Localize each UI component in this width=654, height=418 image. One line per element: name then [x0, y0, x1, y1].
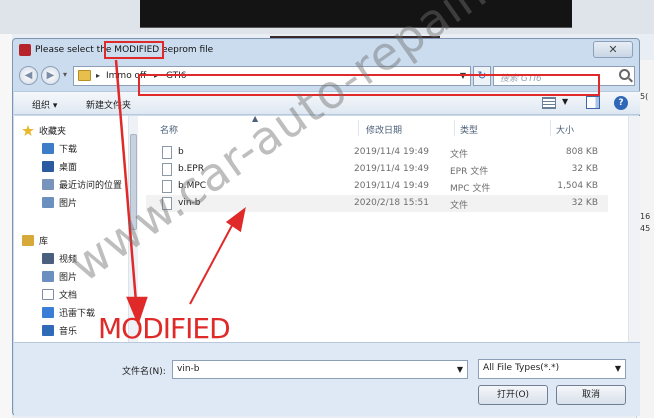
star-icon: [22, 125, 34, 136]
background-app-header: [140, 0, 572, 28]
forward-arrow-icon[interactable]: ▶: [41, 66, 60, 85]
file-date: 2019/11/4 19:49: [354, 164, 429, 174]
app-icon: [19, 44, 31, 56]
video-icon: [42, 253, 54, 264]
folder-icon: [78, 70, 91, 81]
file-type-dropdown-icon[interactable]: ▼: [615, 364, 621, 373]
filename-label: 文件名(N):: [122, 367, 166, 377]
file-date: 2019/11/4 19:49: [354, 181, 429, 191]
column-header-date[interactable]: 修改日期: [366, 123, 402, 136]
nav-item-label: 迅雷下载: [59, 309, 96, 319]
filename-input[interactable]: vin-b ▼: [172, 360, 468, 379]
nav-item-label: 文档: [59, 291, 78, 301]
background-side-text: 45: [640, 224, 651, 233]
background-side-text: 5(: [640, 92, 649, 101]
title-highlight: [104, 41, 164, 59]
file-size: 32 KB: [571, 198, 598, 208]
breadcrumb-separator-icon[interactable]: ▸: [96, 71, 100, 80]
modified-annotation: MODIFIED: [98, 312, 231, 345]
file-type: 文件: [450, 201, 469, 211]
download-folder-icon: [42, 143, 54, 154]
column-header-type[interactable]: 类型: [460, 123, 478, 136]
nav-item-label: 库: [39, 237, 49, 247]
column-divider[interactable]: [358, 120, 359, 136]
nav-item-label: 收藏夹: [39, 127, 67, 137]
new-folder-button[interactable]: 新建文件夹: [86, 98, 131, 111]
file-type: 文件: [450, 150, 469, 160]
nav-item-label: 最近访问的位置: [59, 181, 123, 191]
nav-item-libraries[interactable]: 库: [22, 234, 48, 250]
close-button[interactable]: ✕: [593, 41, 633, 58]
pictures-icon: [42, 271, 54, 282]
background-left-strip: [0, 34, 12, 418]
file-name: b: [178, 147, 184, 157]
nav-item-label: 音乐: [59, 327, 78, 337]
nav-item-recent-places[interactable]: 最近访问的位置: [42, 178, 122, 194]
xunlei-download-icon: [42, 307, 54, 318]
file-type-value: All File Types(*.*): [483, 363, 560, 373]
file-type: MPC 文件: [450, 184, 491, 194]
filename-dropdown-icon[interactable]: ▼: [457, 365, 463, 374]
column-header-size[interactable]: 大小: [556, 123, 574, 136]
nav-item-library-pictures[interactable]: 图片: [42, 270, 77, 286]
nav-item-label: 图片: [59, 199, 78, 209]
background-side-text: 16: [640, 212, 651, 221]
file-size: 32 KB: [571, 164, 598, 174]
column-header-name[interactable]: 名称: [160, 123, 178, 136]
nav-item-documents[interactable]: 文档: [42, 288, 77, 304]
file-type-select[interactable]: All File Types(*.*) ▼: [478, 359, 626, 379]
change-view-icon[interactable]: [542, 97, 556, 109]
nav-item-label: 图片: [59, 273, 78, 283]
nav-item-label: 下载: [59, 145, 78, 155]
music-icon: [42, 325, 54, 336]
preview-pane-icon[interactable]: [586, 96, 600, 109]
nav-item-desktop[interactable]: 桌面: [42, 160, 77, 176]
file-date: 2020/2/18 15:51: [354, 198, 429, 208]
dialog-footer: 文件名(N): vin-b ▼ All File Types(*.*) ▼ 打开…: [14, 342, 640, 416]
file-type: EPR 文件: [450, 167, 489, 177]
help-icon[interactable]: ?: [614, 96, 628, 110]
column-divider[interactable]: [454, 120, 455, 136]
file-list-scrollbar[interactable]: [628, 116, 640, 342]
cancel-button[interactable]: 取消: [556, 385, 626, 405]
organize-button[interactable]: 组织 ▾: [32, 98, 57, 111]
desktop-icon: [42, 161, 54, 172]
back-arrow-icon[interactable]: ◀: [19, 66, 38, 85]
nav-item-pictures[interactable]: 图片: [42, 196, 77, 212]
nav-item-label: 桌面: [59, 163, 78, 173]
file-date: 2019/11/4 19:49: [354, 147, 429, 157]
open-button[interactable]: 打开(O): [478, 385, 548, 405]
filename-value: vin-b: [177, 364, 200, 374]
nav-item-music[interactable]: 音乐: [42, 324, 77, 340]
search-icon[interactable]: [619, 69, 630, 80]
column-divider[interactable]: [550, 120, 551, 136]
library-icon: [22, 235, 34, 246]
file-size: 1,504 KB: [557, 181, 598, 191]
file-icon: [162, 146, 172, 159]
file-size: 808 KB: [565, 147, 598, 157]
nav-item-xunlei-downloads[interactable]: 迅雷下载: [42, 306, 95, 322]
recent-places-icon: [42, 179, 54, 190]
nav-item-downloads[interactable]: 下载: [42, 142, 77, 158]
view-options-chevron-icon[interactable]: ▼: [562, 97, 568, 106]
pictures-icon: [42, 197, 54, 208]
recent-locations-chevron-icon[interactable]: ▾: [63, 70, 67, 79]
nav-item-favorites[interactable]: 收藏夹: [22, 124, 66, 140]
document-icon: [42, 289, 54, 300]
